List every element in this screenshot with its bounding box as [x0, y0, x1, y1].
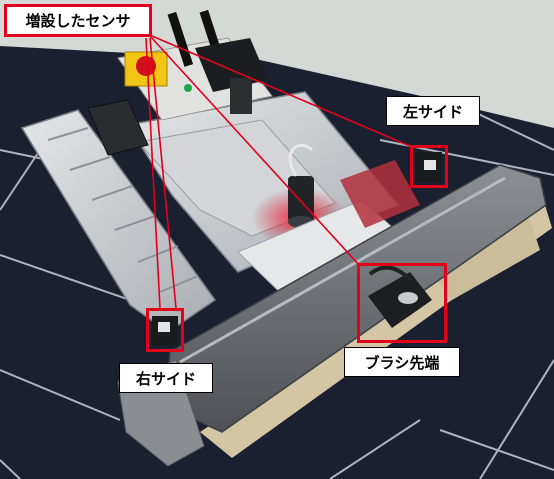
- brush-tip-target-box: [357, 263, 447, 343]
- module-bracket: [230, 78, 252, 114]
- added-sensor-label: 増設したセンサ: [4, 4, 152, 37]
- left-side-label: 左サイド: [386, 96, 480, 126]
- brush-tip-label: ブラシ先端: [344, 347, 460, 377]
- left-side-target-box: [410, 145, 448, 188]
- right-side-target-box: [146, 308, 184, 352]
- right-side-label: 右サイド: [119, 363, 213, 393]
- green-indicator: [184, 84, 192, 92]
- camera-body: [288, 176, 314, 222]
- robot-photo: [0, 0, 554, 479]
